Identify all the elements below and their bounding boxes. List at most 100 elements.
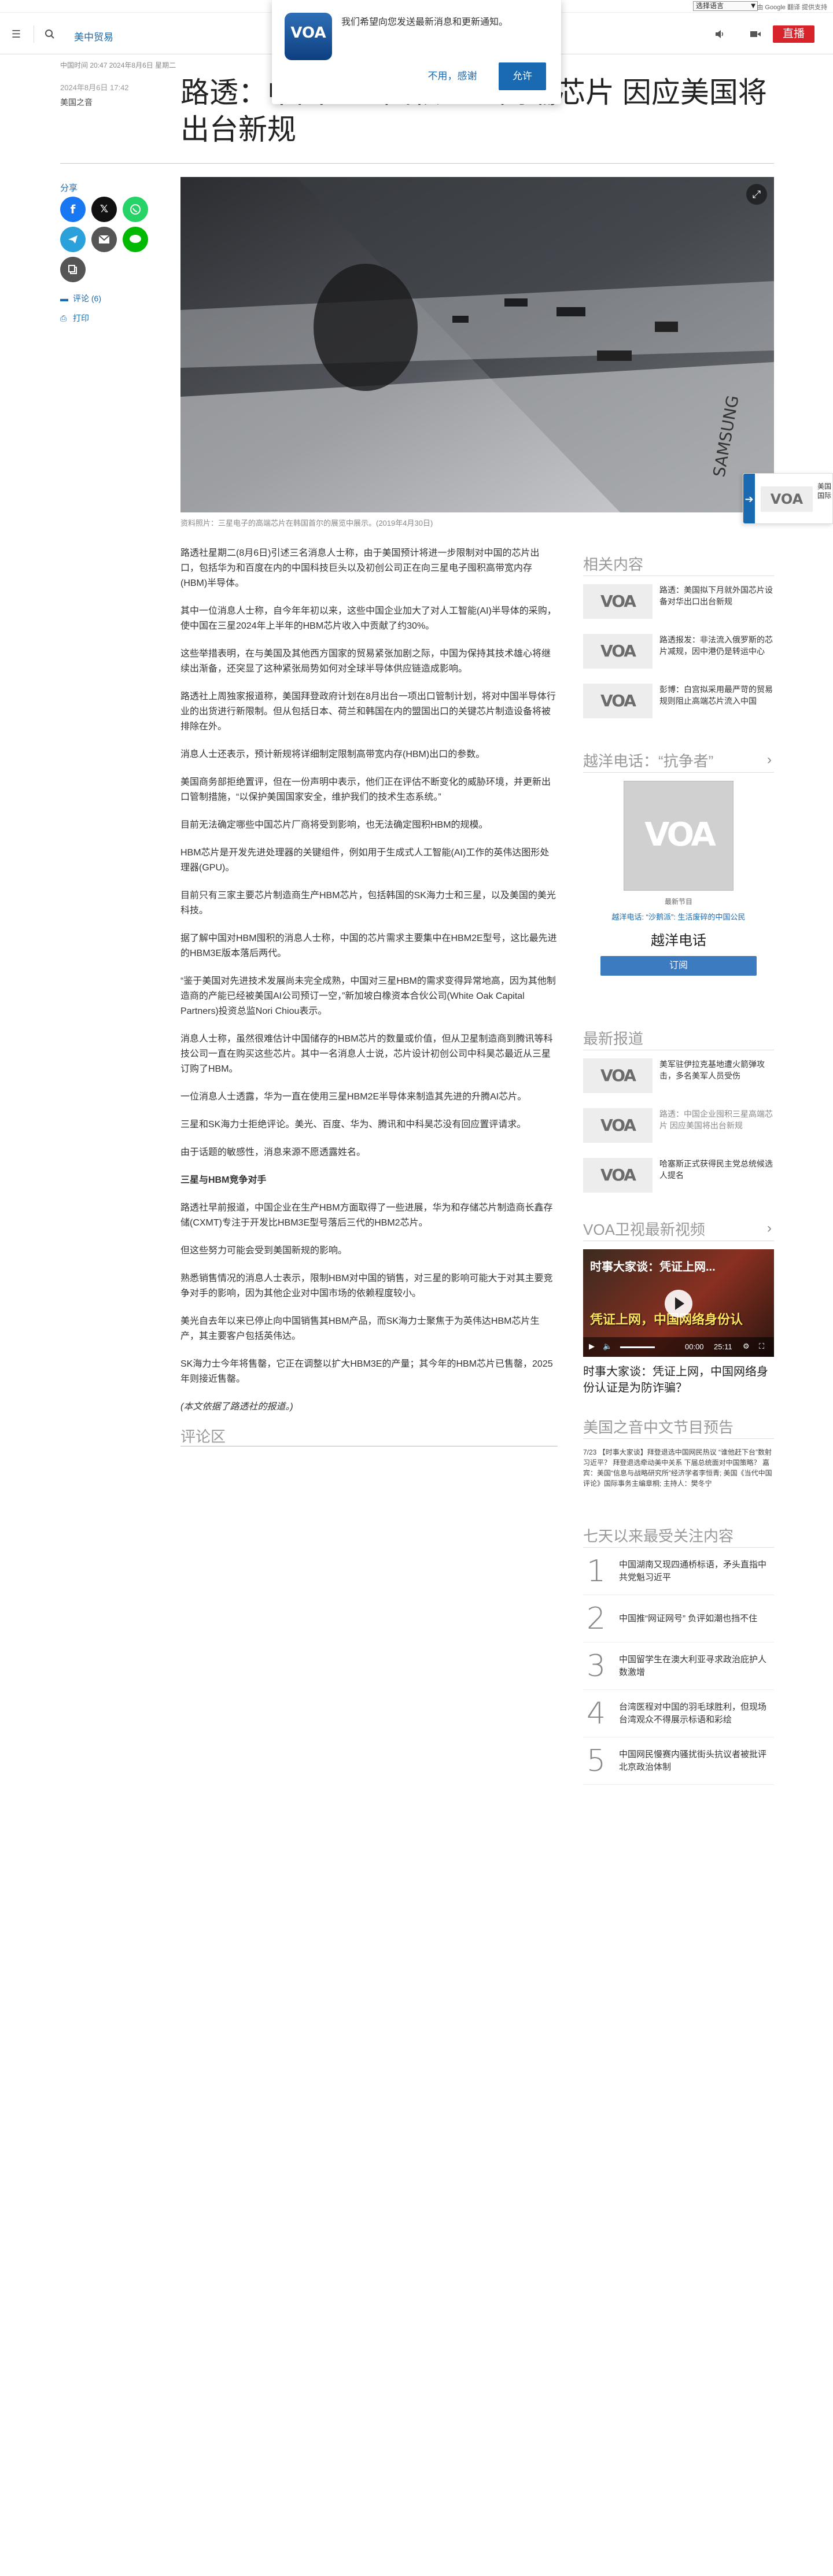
speaker-icon[interactable]: [714, 29, 725, 39]
schedule-text[interactable]: 7/23 【时事大家谈】拜登退选中国网民热议 “谁他赶下台”数射习近平？ 拜登退…: [583, 1447, 774, 1489]
latest-item[interactable]: VOA 哈塞斯正式获得民主党总统候选人提名: [583, 1150, 774, 1200]
rank-number: 5: [587, 1743, 606, 1778]
schedule-title-text: 美国之音中文节目预告: [583, 1419, 734, 1436]
popular-item[interactable]: 1 中国湖南又现四通桥标语，矛头直指中共党魁习近平: [583, 1548, 774, 1595]
podcast-episode-link[interactable]: 越洋电话: “沙鹅派”: 生活废碎的中国公民: [583, 911, 774, 922]
comment-icon: ▬: [60, 294, 68, 303]
related-item[interactable]: VOA 彭博：白宫拟采用最严苛的贸易规则阻止高端芯片流入中国: [583, 676, 774, 725]
latest-title-text: 最新报道: [583, 1030, 644, 1047]
notification-allow-button[interactable]: 允许: [499, 62, 546, 90]
video-overlay-subtitle: 凭证上网，中国网络身份认: [590, 1312, 743, 1327]
promo-text-1: 美国: [817, 482, 832, 490]
popular-item-title: 中国湖南又现四通桥标语，矛头直指中共党魁习近平: [619, 1559, 767, 1582]
play-icon[interactable]: [665, 1290, 692, 1317]
comments-link-label: 评论 (6): [73, 294, 101, 303]
article-body: 路透社星期二(8月6日)引述三名消息人士称，由于美国预计将进一步限制对中国的芯片…: [180, 546, 558, 1427]
podcast-header-text: 越洋电话：“抗争者”: [583, 752, 714, 770]
latest-item[interactable]: VOA 美军驻伊拉克基地遭火箭弹攻击，多名美军人员受伤: [583, 1050, 774, 1100]
related-content: 相关内容 VOA 路透：美国拟下月就外国芯片设备对华出口出台新规 VOA 路透报发：…: [583, 553, 774, 725]
video-camera-icon[interactable]: [750, 29, 761, 39]
popular-item-title: 台湾医程对中国的羽毛球胜利，但现场台湾观众不得展示标语和彩绘: [619, 1702, 767, 1725]
related-item-title: 彭博：白宫拟采用最严苛的贸易规则阻止高端芯片流入中国: [659, 685, 773, 706]
article-paragraph: 美光自去年以来已停止向中国销售其HBM产品，而SK海力士聚焦于为英伟达HBM芯片…: [180, 1316, 540, 1341]
print-link[interactable]: ⎙ 打印: [60, 312, 89, 324]
notification-message: 我们希望向您发送最新消息和更新通知。: [341, 17, 508, 27]
article-paragraph: 这些举措表明，在与美国及其他西方国家的贸易紧张加剧之际，中国为保持其技术雄心将继…: [180, 649, 551, 674]
play-small-icon[interactable]: ▶: [589, 1342, 595, 1351]
voa-logo-icon: VOA: [600, 691, 636, 710]
print-link-label: 打印: [73, 313, 89, 323]
schedule-title: 美国之音中文节目预告: [583, 1416, 774, 1439]
x-share-icon[interactable]: 𝕏: [91, 197, 117, 222]
video-player[interactable]: 时事大家谈：凭证上网... 凭证上网，中国网络身份认 ▶ 🔈 00:00 25:…: [583, 1249, 774, 1357]
article-paragraph: 美国商务部拒绝置评，但在一份声明中表示，他们正在评估不断变化的威胁环境，并更新出…: [180, 777, 551, 802]
print-icon: ⎙: [60, 313, 67, 323]
settings-icon[interactable]: ⚙: [743, 1342, 750, 1351]
video-time: 00:00: [685, 1342, 704, 1351]
article-paragraph: 由于话题的敏感性，消息来源不愿透露姓名。: [180, 1147, 366, 1157]
comments-link[interactable]: ▬ 评论 (6): [60, 293, 101, 304]
popular-item[interactable]: 2 中国推“网证网号” 负评如潮也挡不住: [583, 1595, 774, 1643]
related-item[interactable]: VOA 路透报发：非法流入俄罗斯的芯片减规，因中港仍是转运中心: [583, 626, 774, 676]
article-paragraph: SK海力士今年将售罄，它正在调整以扩大HBM3E的产量；其今年的HBM芯片已售罄…: [180, 1359, 553, 1384]
video-widget: VOA卫视最新视频 › 时事大家谈：凭证上网... 凭证上网，中国网络身份认 ▶ …: [583, 1218, 774, 1396]
voa-logo-icon: VOA: [644, 816, 716, 854]
article-note: (本文依据了路透社的报道。): [180, 1402, 293, 1412]
copy-link-icon[interactable]: [60, 257, 86, 282]
article-paragraph: 三星和SK海力士拒绝评论。美光、百度、华为、腾讯和中科昊芯没有回应置评请求。: [180, 1120, 526, 1130]
article-paragraph: 其中一位消息人士称，自今年年初以来，这些中国企业加大了对人工智能(AI)半导体的…: [180, 606, 556, 631]
telegram-share-icon[interactable]: [60, 227, 86, 252]
whatsapp-share-icon[interactable]: [123, 197, 148, 222]
floating-promo[interactable]: ➔ VOA 美国 国际: [743, 473, 833, 524]
rank-number: 2: [587, 1601, 606, 1636]
latest-title: 最新报道: [583, 1027, 774, 1050]
title-divider: [60, 163, 774, 164]
popular-title-text: 七天以来最受关注内容: [583, 1527, 734, 1545]
line-share-icon[interactable]: [123, 227, 148, 252]
podcast-header[interactable]: 越洋电话：“抗争者” ›: [583, 750, 774, 773]
article-paragraph: 消息人士还表示，预计新规将详细制定限制高带宽内存(HBM)出口的参数。: [180, 750, 485, 759]
popular-item[interactable]: 3 中国留学生在澳大利亚寻求政治庇护人数激增: [583, 1643, 774, 1690]
related-item[interactable]: VOA 路透：美国拟下月就外国芯片设备对华出口出台新规: [583, 576, 774, 626]
voa-thumbnail: VOA: [583, 634, 653, 669]
volume-slider[interactable]: [620, 1346, 655, 1348]
popular-item[interactable]: 4 台湾医程对中国的羽毛球胜利，但现场台湾观众不得展示标语和彩绘: [583, 1690, 774, 1737]
popular-item[interactable]: 5 中国网民慢赛内骚扰街头抗议者被批评北京政治体制: [583, 1737, 774, 1785]
voa-logo-icon: VOA: [600, 592, 636, 611]
image-caption: 资料照片：三星电子的高端芯片在韩国首尔的展览中展示。(2019年4月30日): [180, 519, 433, 527]
email-share-icon[interactable]: [91, 227, 117, 252]
voa-logo-icon: VOA: [600, 1116, 636, 1135]
video-header[interactable]: VOA卫视最新视频 ›: [583, 1218, 774, 1241]
popular-item-title: 中国网民慢赛内骚扰街头抗议者被批评北京政治体制: [619, 1749, 767, 1772]
article-paragraph: 但这些努力可能会受到美国新规的影响。: [180, 1246, 348, 1256]
article-paragraph: 目前只有三家主要芯片制造商生产HBM芯片，包括韩国的SK海力士和三星，以及美国的…: [180, 891, 556, 916]
popular-widget: 七天以来最受关注内容 1 中国湖南又现四通桥标语，矛头直指中共党魁习近平 2 中国推…: [583, 1525, 774, 1785]
video-caption[interactable]: 时事大家谈：凭证上网，中国网络身份认证是为防诈骗？: [583, 1364, 774, 1396]
expand-icon[interactable]: ⤢: [746, 184, 767, 205]
publish-date: 2024年8月6日 17:42: [60, 83, 129, 92]
article-author[interactable]: 美国之音: [60, 97, 93, 108]
podcast-artwork[interactable]: VOA: [624, 781, 734, 891]
facebook-share-icon[interactable]: f: [60, 197, 86, 222]
language-select[interactable]: 选择语言 ▼: [693, 1, 758, 11]
article-paragraph: 熟悉销售情况的消息人士表示，限制HBM对中国的销售，对三星的影响可能大于对其主要…: [180, 1274, 553, 1298]
search-icon[interactable]: [44, 29, 56, 39]
fullscreen-icon[interactable]: ⛶: [759, 1342, 764, 1351]
voa-logo-icon: VOA: [600, 641, 636, 660]
subscribe-button[interactable]: 订阅: [600, 956, 757, 976]
arrow-right-icon[interactable]: ➔: [743, 474, 755, 523]
latest-item[interactable]: VOA 路透：中国企业囤积三星高端芯片 因应美国将出台新规: [583, 1100, 774, 1150]
live-button[interactable]: 直播: [773, 25, 814, 43]
article-paragraph: HBM芯片是开发先进处理器的关键组件，例如用于生成式人工智能(AI)工作的英伟达…: [180, 848, 550, 873]
podcast-widget: 越洋电话：“抗争者” › VOA 最新节目 越洋电话: “沙鹅派”: 生活废碎的中…: [583, 750, 774, 976]
schedule-widget: 美国之音中文节目预告 7/23 【时事大家谈】拜登退选中国网民热议 “谁他赶下台…: [583, 1416, 774, 1489]
related-title-text: 相关内容: [583, 556, 644, 573]
promo-text: 美国 国际: [817, 482, 831, 500]
voa-thumbnail: VOA: [583, 1058, 653, 1093]
section-link[interactable]: 美中贸易: [74, 29, 113, 43]
latest-item-title: 美军驻伊拉克基地遭火箭弹攻击，多名美军人员受伤: [659, 1060, 765, 1080]
notification-cancel-button[interactable]: 不用，感谢: [423, 62, 481, 90]
hamburger-menu-icon[interactable]: ☰: [10, 29, 22, 39]
volume-icon[interactable]: 🔈: [603, 1342, 612, 1351]
share-label: 分享: [60, 183, 78, 193]
